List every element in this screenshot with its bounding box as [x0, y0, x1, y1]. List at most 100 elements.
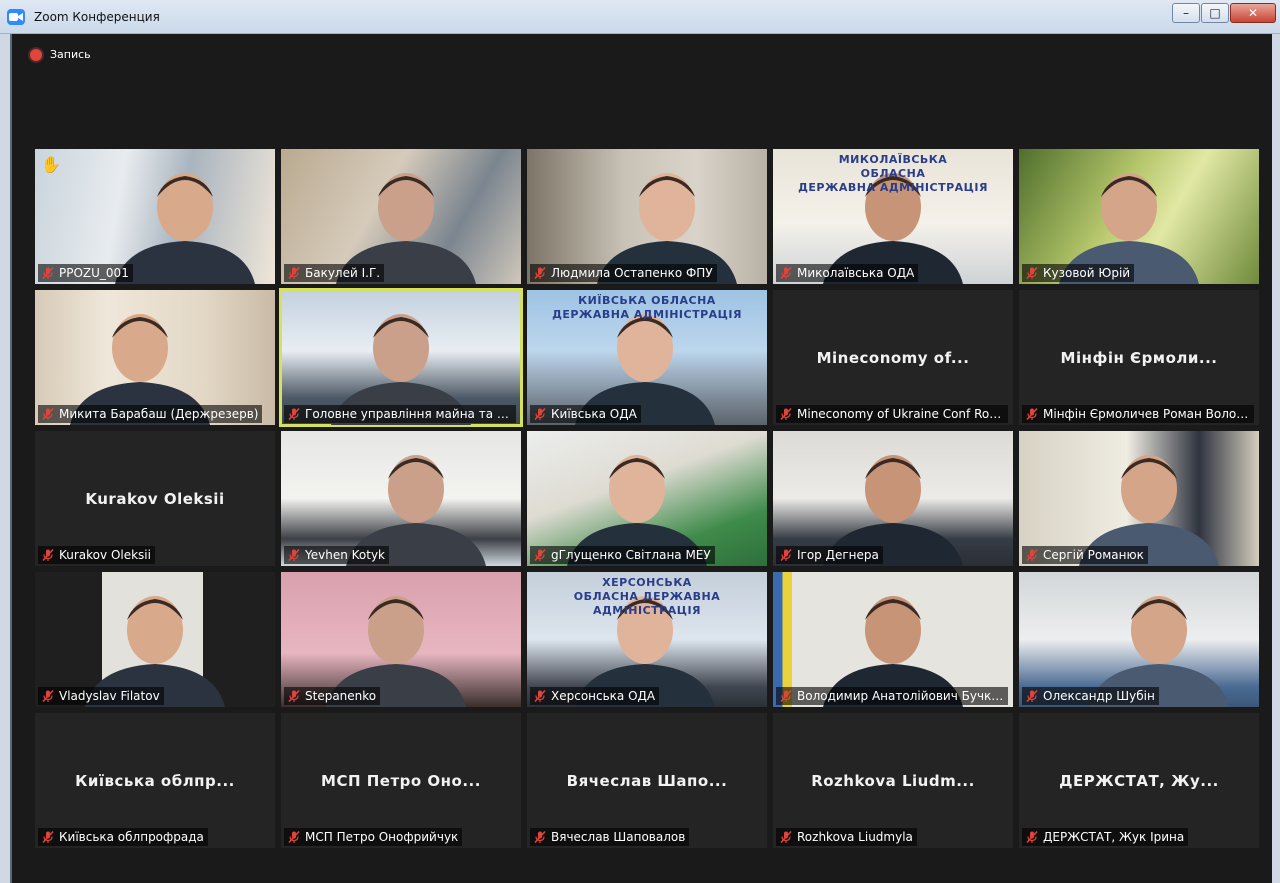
participant-name-label: Кузовой Юрій	[1022, 264, 1135, 282]
muted-mic-icon	[534, 266, 546, 280]
participant-name-label: Kurakov Oleksii	[38, 546, 155, 564]
muted-mic-icon	[1026, 689, 1038, 703]
window-border-right	[1272, 34, 1280, 883]
participant-name: Київська ОДА	[551, 407, 637, 421]
participant-tile[interactable]: Бакулей І.Г.	[281, 149, 521, 284]
participant-name: Бакулей І.Г.	[305, 266, 381, 280]
participant-name: Мінфін Єрмоличев Роман Володимирович	[1043, 407, 1250, 421]
participant-name-label: Yevhen Kotyk	[284, 546, 389, 564]
maximize-button[interactable]: □	[1201, 3, 1229, 23]
muted-mic-icon	[780, 689, 792, 703]
participant-name: Людмила Остапенко ФПУ	[551, 266, 713, 280]
participant-name-label: Миколаївська ОДА	[776, 264, 919, 282]
participant-name: Ігор Дегнера	[797, 548, 879, 562]
recording-indicator[interactable]: Запись	[30, 48, 91, 61]
participant-tile[interactable]: МСП Петро Оно... МСП Петро Онофрийчук	[281, 713, 521, 848]
minimize-button[interactable]: –	[1172, 3, 1200, 23]
participant-tile[interactable]: Mineconomy of... Mineconomy of Ukraine Co…	[773, 290, 1013, 425]
participant-name-label: Київська облпрофрада	[38, 828, 208, 846]
participant-tile[interactable]: Микита Барабаш (Держрезерв)	[35, 290, 275, 425]
muted-mic-icon	[534, 548, 546, 562]
participant-tile[interactable]: Yevhen Kotyk	[281, 431, 521, 566]
muted-mic-icon	[780, 266, 792, 280]
participant-tile[interactable]: gГлущенко Світлана МЕУ	[527, 431, 767, 566]
participant-name-label: Київська ОДА	[530, 405, 641, 423]
participant-name: Олександр Шубін	[1043, 689, 1155, 703]
participant-name-label: Микита Барабаш (Держрезерв)	[38, 405, 263, 423]
participant-tile[interactable]: МИКОЛАЇВСЬКА ОБЛАСНА ДЕРЖАВНА АДМІНІСТРАЦІ…	[773, 149, 1013, 284]
raised-hand-icon: ✋	[41, 155, 61, 174]
participant-name-label: Сергій Романюк	[1022, 546, 1148, 564]
participant-name: gГлущенко Світлана МЕУ	[551, 548, 711, 562]
participant-name: Кузовой Юрій	[1043, 266, 1131, 280]
participant-tile[interactable]: Stepanenko	[281, 572, 521, 707]
backdrop-sign-line: АДМІНІСТРАЦІЯ	[592, 604, 702, 617]
backdrop-sign: ХЕРСОНСЬКА ОБЛАСНА ДЕРЖАВНА АДМІНІСТРАЦІЯ	[527, 576, 767, 618]
muted-mic-icon	[780, 830, 792, 844]
participant-display-name: Мінфін Єрмоли...	[1060, 348, 1218, 367]
participant-display-name: Kurakov Oleksii	[85, 489, 225, 508]
participant-name-label: Мінфін Єрмоличев Роман Володимирович	[1022, 405, 1254, 423]
record-dot-icon	[30, 48, 42, 61]
participant-tile[interactable]: Мінфін Єрмоли... Мінфін Єрмоличев Роман В…	[1019, 290, 1259, 425]
participant-name: Rozhkova Liudmyla	[797, 830, 913, 844]
participant-tile[interactable]: Олександр Шубін	[1019, 572, 1259, 707]
participant-tile[interactable]: КИЇВСЬКА ОБЛАСНА ДЕРЖАВНА АДМІНІСТРАЦІЯ Ки…	[527, 290, 767, 425]
muted-mic-icon	[42, 830, 54, 844]
muted-mic-icon	[780, 407, 792, 421]
participant-tile[interactable]: Київська облпр... Київська облпрофрада	[35, 713, 275, 848]
participant-tile[interactable]: Володимир Анатолійович Бучко (Держгеокад…	[773, 572, 1013, 707]
zoom-app-icon	[7, 9, 25, 25]
muted-mic-icon	[534, 407, 546, 421]
participant-name-label: МСП Петро Онофрийчук	[284, 828, 463, 846]
participant-display-name: Вячеслав Шапо...	[566, 771, 728, 790]
participant-name-label: PPOZU_001	[38, 264, 133, 282]
participant-name-label: Бакулей І.Г.	[284, 264, 385, 282]
backdrop-sign: КИЇВСЬКА ОБЛАСНА ДЕРЖАВНА АДМІНІСТРАЦІЯ	[527, 294, 767, 322]
participant-tile[interactable]: Головне управління майна та ресурсного з…	[279, 288, 523, 427]
participant-tile[interactable]: ✋ PPOZU_001	[35, 149, 275, 284]
participant-name: Stepanenko	[305, 689, 377, 703]
muted-mic-icon	[42, 407, 54, 421]
participant-name-label: Вячеслав Шаповалов	[530, 828, 690, 846]
muted-mic-icon	[42, 689, 54, 703]
muted-mic-icon	[1026, 266, 1038, 280]
participant-tile[interactable]: Сергій Романюк	[1019, 431, 1259, 566]
muted-mic-icon	[42, 266, 54, 280]
participant-name: Вячеслав Шаповалов	[551, 830, 686, 844]
muted-mic-icon	[1026, 407, 1038, 421]
participant-name-label: ДЕРЖСТАТ, Жук Ірина	[1022, 828, 1189, 846]
muted-mic-icon	[288, 266, 300, 280]
muted-mic-icon	[780, 548, 792, 562]
participant-name: Vladyslav Filatov	[59, 689, 160, 703]
title-bar[interactable]: Zoom Конференция – □ ✕	[0, 0, 1280, 34]
muted-mic-icon	[1026, 830, 1038, 844]
participant-tile[interactable]: Vladyslav Filatov	[35, 572, 275, 707]
participant-name: Володимир Анатолійович Бучко (Держгеокад…	[797, 689, 1004, 703]
participant-name-label: Mineconomy of Ukraine Conf Room	[776, 405, 1008, 423]
participant-tile[interactable]: Людмила Остапенко ФПУ	[527, 149, 767, 284]
participant-tile[interactable]: Кузовой Юрій	[1019, 149, 1259, 284]
participant-name-label: Vladyslav Filatov	[38, 687, 164, 705]
participant-tile[interactable]: Ігор Дегнера	[773, 431, 1013, 566]
backdrop-sign-line: ОБЛАСНА ДЕРЖАВНА	[573, 590, 721, 603]
participant-name: Головне управління майна та ресурсного з…	[305, 407, 512, 421]
participant-name: Київська облпрофрада	[59, 830, 204, 844]
participant-name: Херсонська ОДА	[551, 689, 656, 703]
backdrop-sign-line: ДЕРЖАВНА АДМІНІСТРАЦІЯ	[552, 308, 742, 321]
participant-tile[interactable]: ДЕРЖСТАТ, Жу... ДЕРЖСТАТ, Жук Ірина	[1019, 713, 1259, 848]
window-title: Zoom Конференция	[34, 10, 160, 24]
backdrop-sign-line: ОБЛАСНА	[860, 167, 926, 180]
muted-mic-icon	[288, 689, 300, 703]
participant-display-name: ДЕРЖСТАТ, Жу...	[1059, 771, 1219, 790]
participant-tile[interactable]: ХЕРСОНСЬКА ОБЛАСНА ДЕРЖАВНА АДМІНІСТРАЦІЯ Х…	[527, 572, 767, 707]
participant-tile[interactable]: Kurakov Oleksii Kurakov Oleksii	[35, 431, 275, 566]
close-button[interactable]: ✕	[1230, 3, 1276, 23]
participant-name: Сергій Романюк	[1043, 548, 1144, 562]
participant-name-label: Людмила Остапенко ФПУ	[530, 264, 717, 282]
muted-mic-icon	[42, 548, 54, 562]
participant-tile[interactable]: Вячеслав Шапо... Вячеслав Шаповалов	[527, 713, 767, 848]
muted-mic-icon	[288, 407, 300, 421]
participant-tile[interactable]: Rozhkova Liudm... Rozhkova Liudmyla	[773, 713, 1013, 848]
participant-name: Миколаївська ОДА	[797, 266, 915, 280]
